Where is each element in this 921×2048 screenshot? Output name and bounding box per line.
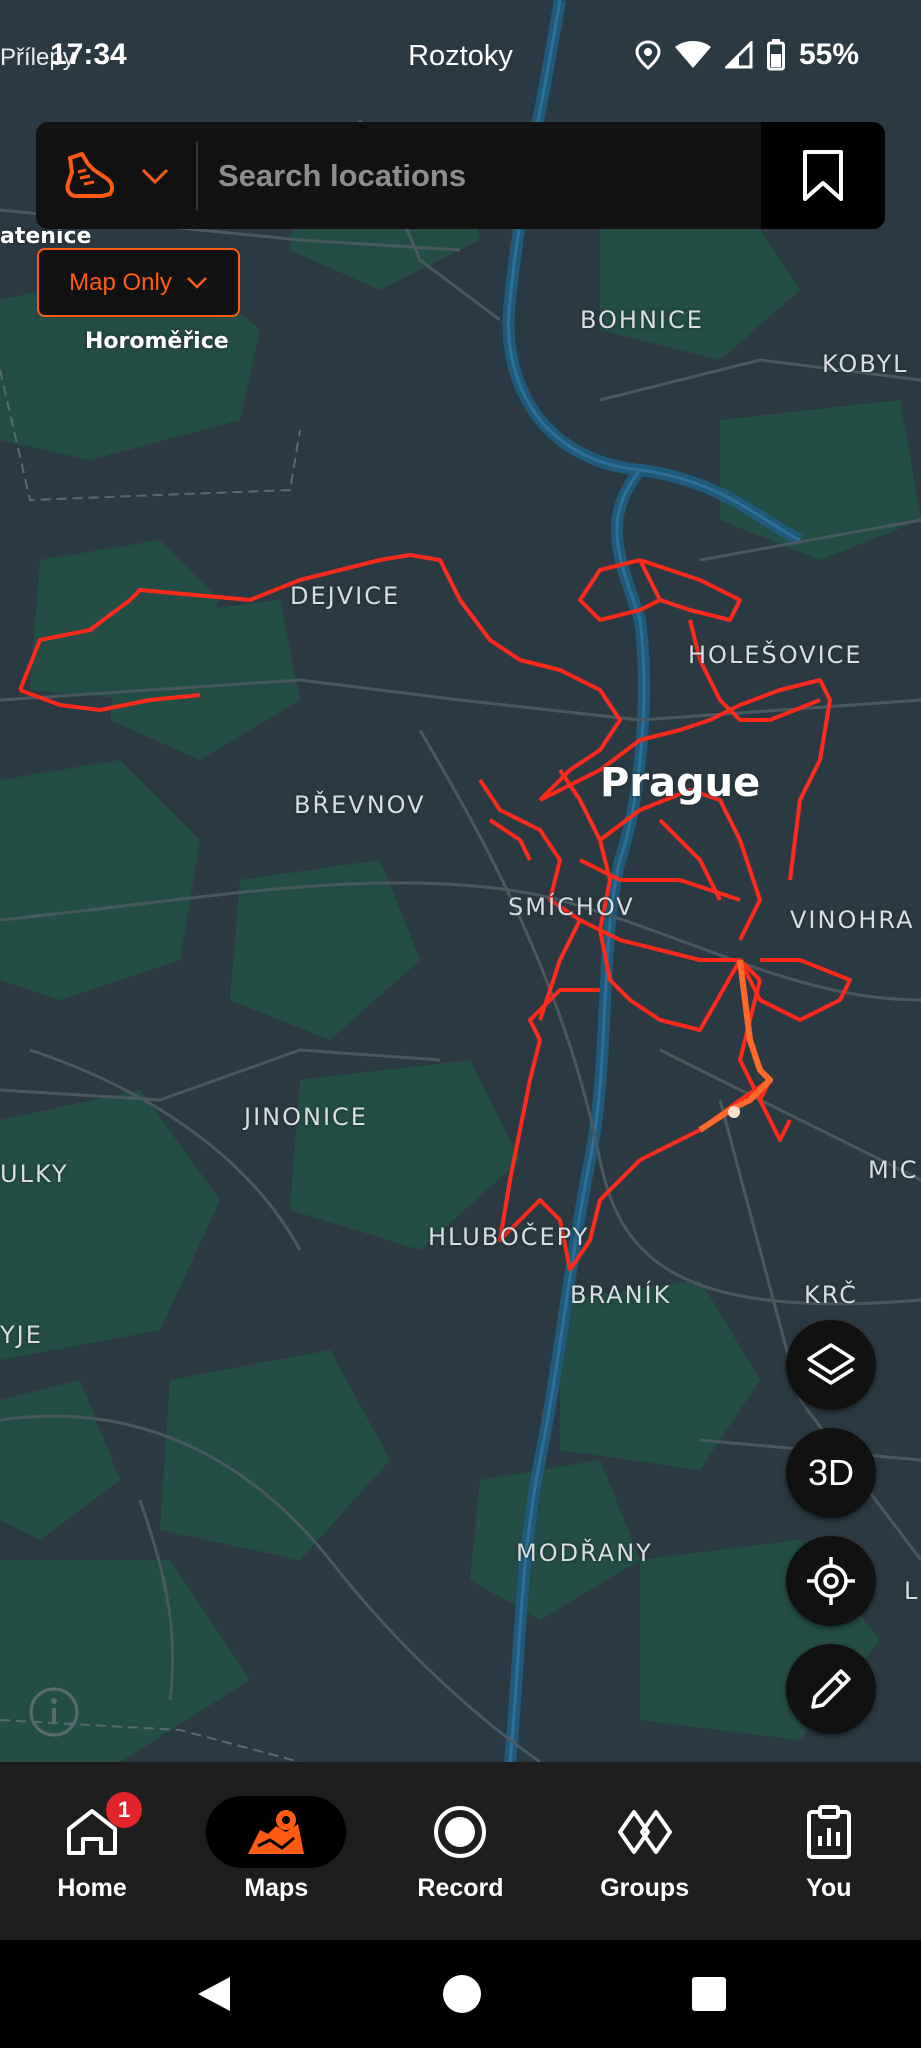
nav-record-label: Record (417, 1874, 504, 1902)
nav-record[interactable]: Record (380, 1762, 540, 1940)
nav-you-icon-wrap (759, 1796, 899, 1868)
layers-button[interactable] (786, 1320, 876, 1410)
locate-button[interactable] (786, 1536, 876, 1626)
nav-home-label: Home (57, 1874, 127, 1902)
crosshair-icon (807, 1557, 855, 1605)
system-navigation-bar (0, 1940, 921, 2048)
nav-home-icon-wrap: 1 (22, 1792, 162, 1868)
layers-icon (807, 1343, 855, 1385)
nav-home[interactable]: 1 Home (12, 1762, 172, 1940)
map-label-mic: MIC (868, 1156, 919, 1184)
nav-groups[interactable]: Groups (565, 1762, 725, 1940)
3d-label: 3D (807, 1452, 855, 1493)
map-label-vinohra: VINOHRA (790, 906, 915, 934)
map-label-kobyl: KOBYL (822, 350, 909, 378)
maps-icon (248, 1810, 305, 1854)
nav-maps[interactable]: Maps (196, 1762, 356, 1940)
map-label-horomerice: Horoměřice (85, 329, 229, 354)
heat-hotspot (728, 1106, 740, 1118)
bookmark-icon (803, 149, 843, 201)
search-bar (36, 122, 885, 229)
nav-record-icon-wrap (390, 1796, 530, 1868)
map-mode-label: Map Only (69, 268, 172, 296)
bottom-navigation: 1 Home Maps Record Groups You (0, 1762, 921, 1940)
record-icon (434, 1806, 487, 1858)
map-label-modrany: MODŘANY (516, 1539, 653, 1567)
map-label-jinonice: JINONICE (244, 1103, 368, 1131)
nav-groups-icon-wrap (575, 1796, 715, 1868)
map-label-smichov: SMÍCHOV (508, 893, 635, 921)
running-shoe-icon (65, 151, 115, 198)
map-label-prague: Prague (600, 760, 761, 806)
status-icons: 55% (635, 38, 859, 72)
nav-maps-label: Maps (244, 1874, 309, 1902)
info-icon[interactable] (28, 1686, 80, 1738)
back-icon[interactable] (194, 1973, 234, 2015)
map-label-branik: BRANÍK (570, 1281, 672, 1309)
nav-groups-label: Groups (600, 1874, 690, 1902)
bookmark-button[interactable] (761, 122, 885, 229)
sport-type-dropdown[interactable] (36, 122, 196, 229)
map-mode-dropdown[interactable]: Map Only (37, 248, 240, 317)
map-label-hlubocepy: HLUBOČEPY (428, 1223, 590, 1251)
map-label-dejvice: DEJVICE (290, 582, 401, 610)
nav-you-label: You (806, 1874, 852, 1902)
map-label-yje: YJE (0, 1321, 43, 1349)
draw-route-button[interactable] (786, 1644, 876, 1734)
map-label-krc: KRČ (804, 1281, 858, 1309)
pencil-icon (811, 1669, 851, 1709)
map-label-holesovice: HOLEŠOVICE (688, 641, 863, 669)
3d-toggle-button[interactable]: 3D (786, 1428, 876, 1518)
wifi-icon (674, 41, 711, 68)
location-icon (635, 40, 661, 70)
map-label-brevnov: BŘEVNOV (294, 791, 426, 819)
notification-badge: 1 (106, 1792, 143, 1828)
groups-icon (617, 1810, 672, 1854)
map-label-bohnice: BOHNICE (580, 306, 704, 334)
chevron-down-icon (186, 276, 207, 289)
search-input[interactable] (198, 122, 761, 229)
nav-maps-icon-wrap (206, 1796, 347, 1868)
chevron-down-icon (141, 168, 169, 184)
clipboard-chart-icon (806, 1805, 851, 1859)
status-bar: Přílepy 17:34 Roztoky 55% (0, 0, 921, 112)
map-label-l: L (904, 1577, 920, 1605)
signal-icon (724, 41, 753, 69)
nav-you[interactable]: You (749, 1762, 909, 1940)
map-label-ulky: ULKY (0, 1160, 69, 1188)
battery-icon (766, 39, 785, 71)
battery-percent: 55% (798, 38, 859, 71)
home-circle-icon[interactable] (442, 1974, 482, 2014)
recents-icon[interactable] (691, 1976, 727, 2012)
